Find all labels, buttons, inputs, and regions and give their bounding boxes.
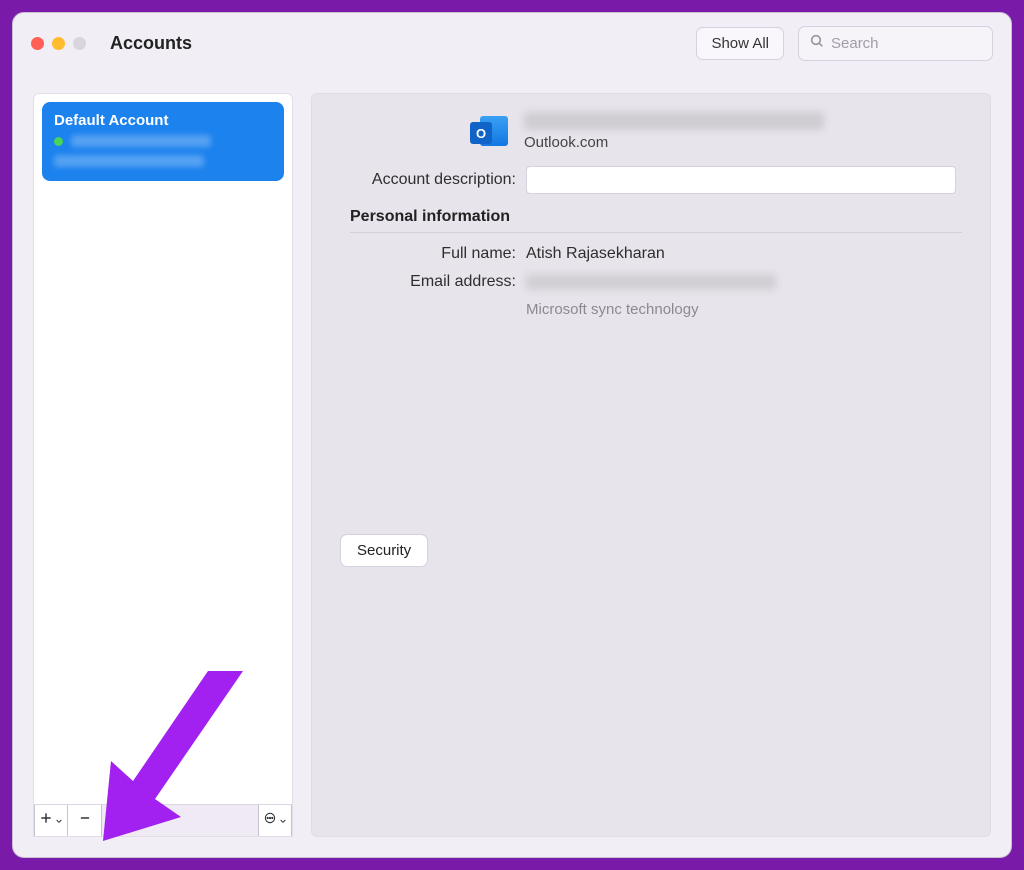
chevron-down-icon — [55, 812, 63, 830]
window-minimize-button[interactable] — [52, 37, 65, 50]
search-field-wrapper[interactable] — [798, 26, 993, 61]
email-value-redacted — [526, 274, 776, 290]
content-area: Default Account — [33, 93, 991, 837]
ellipsis-circle-icon — [263, 811, 277, 830]
search-input[interactable] — [831, 35, 982, 52]
window-close-button[interactable] — [31, 37, 44, 50]
accounts-window: Accounts Show All Default Account — [12, 12, 1012, 858]
account-detail-redacted — [54, 155, 204, 167]
minus-icon — [78, 811, 92, 830]
add-account-button[interactable] — [34, 805, 68, 836]
outlook-icon: O — [470, 112, 510, 152]
full-name-value: Atish Rajasekharan — [526, 245, 665, 263]
show-all-button[interactable]: Show All — [696, 27, 784, 60]
traffic-lights — [31, 37, 86, 50]
search-icon — [809, 33, 831, 54]
account-detail-pane: O Outlook.com Account description: Perso… — [311, 93, 991, 837]
account-email-redacted — [71, 135, 211, 147]
account-description-input[interactable] — [526, 166, 956, 194]
personal-info-section-title: Personal information — [350, 208, 962, 233]
account-display-name-redacted — [524, 112, 824, 130]
sync-technology-note: Microsoft sync technology — [526, 301, 962, 318]
status-online-icon — [54, 137, 63, 146]
window-title: Accounts — [110, 33, 192, 54]
account-description-label: Account description: — [340, 171, 516, 189]
chevron-down-icon — [279, 812, 287, 830]
more-options-button[interactable] — [258, 805, 292, 836]
account-list-item-selected[interactable]: Default Account — [42, 102, 284, 181]
account-header: O Outlook.com — [470, 112, 962, 152]
plus-icon — [39, 811, 53, 830]
sidebar-footer — [34, 804, 292, 836]
service-name: Outlook.com — [524, 134, 824, 151]
remove-account-button[interactable] — [68, 805, 102, 836]
account-form: Account description: Personal informatio… — [340, 166, 962, 318]
email-label: Email address: — [340, 273, 516, 291]
full-name-label: Full name: — [340, 245, 516, 263]
titlebar: Accounts Show All — [13, 13, 1011, 73]
accounts-sidebar: Default Account — [33, 93, 293, 837]
account-title: Default Account — [54, 112, 272, 129]
window-zoom-button[interactable] — [73, 37, 86, 50]
security-button[interactable]: Security — [340, 534, 428, 567]
